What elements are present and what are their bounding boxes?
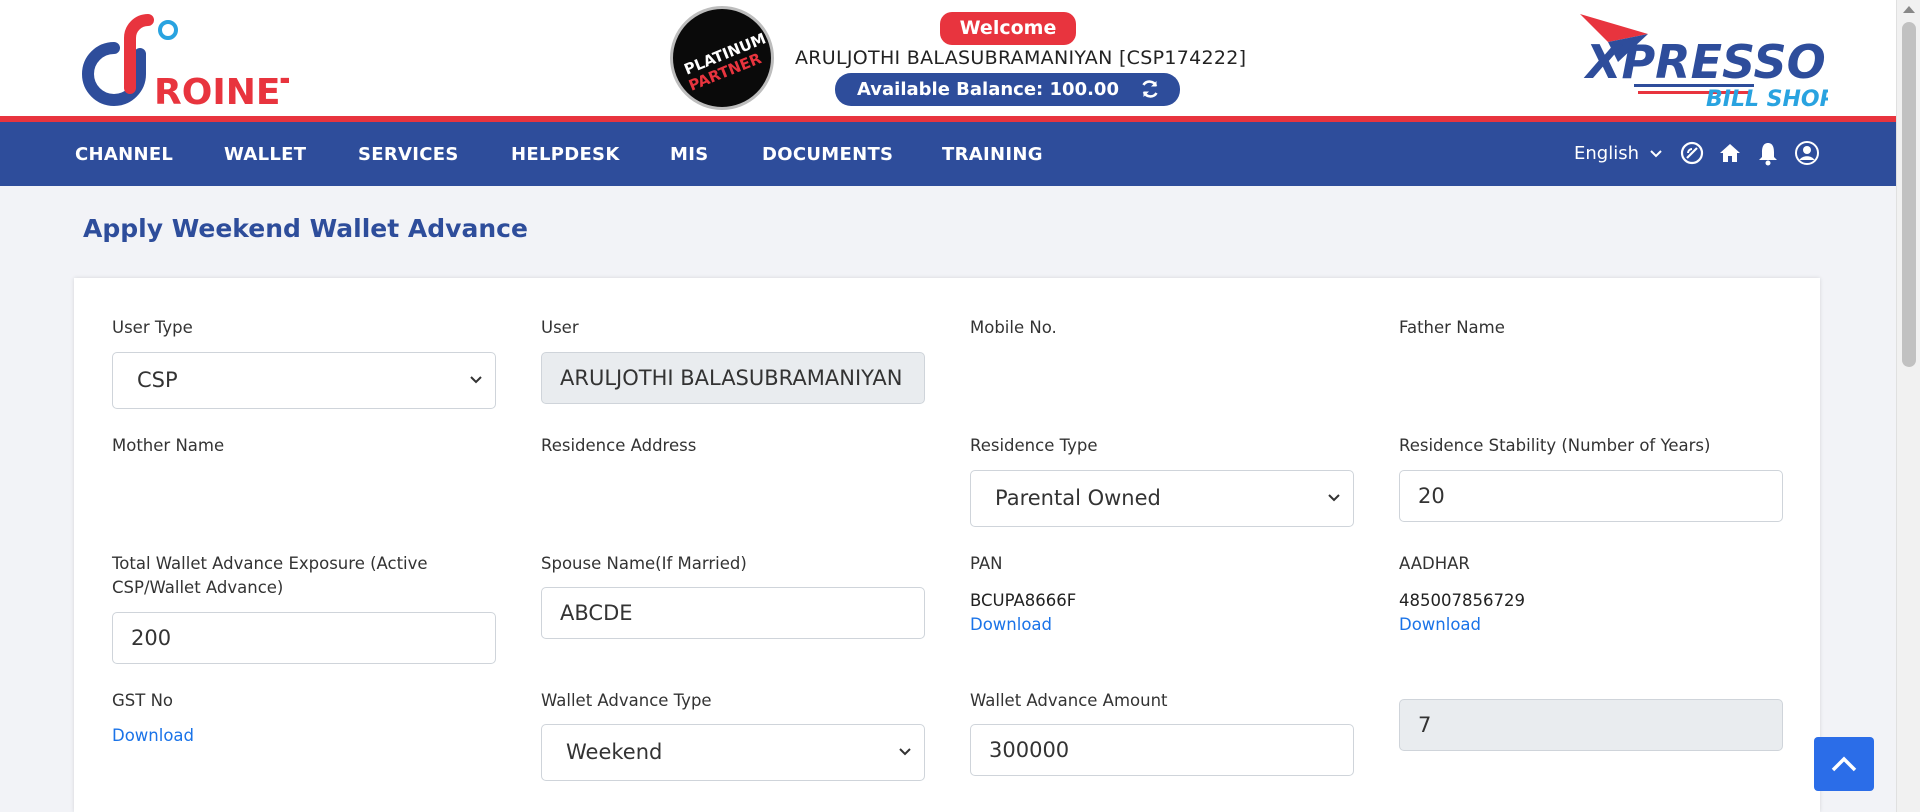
mobile-no-label: Mobile No. [970,318,1057,337]
chevron-down-icon [899,748,911,756]
aadhar-value: 485007856729 [1399,591,1525,610]
total-exposure-label-line1: Total Wallet Advance Exposure (Active [112,554,428,573]
residence-stability-input[interactable]: 20 [1399,470,1783,522]
advance-amount-input[interactable]: 300000 [970,724,1354,776]
advance-type-label: Wallet Advance Type [541,691,712,710]
aadhar-label: AADHAR [1399,554,1470,573]
user-display-name: ARULJOTHI BALASUBRAMANIYAN [CSP174222] [795,47,1247,69]
scroll-to-top-button[interactable] [1814,737,1874,791]
user-type-select[interactable]: CSP [112,352,496,409]
mother-name-label: Mother Name [112,436,225,455]
total-exposure-label-line2: CSP/Wallet Advance) [112,578,284,597]
xpresso-bill-shop-logo[interactable]: XPRESSO BILL SHOP [1578,12,1828,108]
residence-stability-label: Residence Stability (Number of Years) [1399,436,1711,455]
advance-type-select[interactable]: Weekend [541,724,925,781]
home-icon[interactable] [1717,140,1743,166]
scrollbar-thumb[interactable] [1902,22,1916,367]
father-name-label: Father Name [1399,318,1505,337]
chevron-down-icon [1328,494,1340,502]
pan-value: BCUPA8666F [970,591,1077,610]
gst-download-link[interactable]: Download [112,726,194,745]
advance-type-value: Weekend [566,740,663,764]
chevron-down-icon [1650,150,1662,158]
gst-no-label: GST No [112,691,174,710]
aadhar-download-link[interactable]: Download [1399,615,1481,634]
chevron-down-icon [470,376,482,384]
available-balance-pill: Available Balance: 100.00 [835,73,1180,106]
total-exposure-input[interactable]: 200 [112,612,496,664]
bill-shop-logo-text: BILL SHOP [1706,87,1828,108]
page-title: Apply Weekend Wallet Advance [83,214,528,243]
user-label: User [541,318,579,337]
residence-type-value: Parental Owned [995,486,1161,510]
residence-address-label: Residence Address [541,436,697,455]
language-label: English [1574,143,1639,164]
available-balance-text: Available Balance: 100.00 [857,79,1119,100]
xpresso-logo-text: XPRESSO [1583,35,1826,89]
scroll-up-arrow-icon[interactable] [1903,6,1915,13]
pan-label: PAN [970,554,1003,573]
user-icon[interactable] [1794,140,1820,166]
dashboard-icon[interactable] [1679,140,1705,166]
nav-item-wallet[interactable]: WALLET [224,144,306,165]
residence-type-select[interactable]: Parental Owned [970,470,1354,527]
residence-type-label: Residence Type [970,436,1098,455]
pan-download-link[interactable]: Download [970,615,1052,634]
main-nav: CHANNEL WALLET SERVICES HELPDESK MIS DOC… [0,122,1896,186]
roinet-logo-text: ROINET [154,72,289,112]
bell-icon[interactable] [1755,140,1781,166]
user-type-value: CSP [137,368,178,392]
nav-item-training[interactable]: TRAINING [942,144,1043,165]
spouse-name-label: Spouse Name(If Married) [541,554,747,573]
advance-days-field: 7 [1399,699,1783,751]
nav-item-services[interactable]: SERVICES [358,144,459,165]
advance-amount-label: Wallet Advance Amount [970,691,1168,710]
nav-item-helpdesk[interactable]: HELPDESK [511,144,620,165]
page-scrollbar[interactable] [1896,0,1920,812]
user-type-label: User Type [112,318,193,337]
user-field: ARULJOTHI BALASUBRAMANIYAN [541,352,925,404]
language-select[interactable]: English [1574,143,1663,164]
refresh-icon[interactable] [1140,79,1160,99]
welcome-badge: Welcome [940,12,1076,45]
top-header: ROINET PLATINUM PARTNER Welcome ARULJOTH… [0,0,1896,118]
roinet-logo[interactable]: ROINET [74,8,289,112]
total-exposure-label: Total Wallet Advance Exposure (Active CS… [112,552,428,600]
wallet-advance-form-card: User Type CSP User ARULJOTHI BALASUBRAMA… [74,278,1820,812]
spouse-name-input[interactable]: ABCDE [541,587,925,639]
nav-item-channel[interactable]: CHANNEL [75,144,173,165]
nav-item-mis[interactable]: MIS [670,144,708,165]
nav-item-documents[interactable]: DOCUMENTS [762,144,893,165]
platinum-partner-badge: PLATINUM PARTNER [670,6,774,110]
chevron-up-icon [1831,756,1857,772]
